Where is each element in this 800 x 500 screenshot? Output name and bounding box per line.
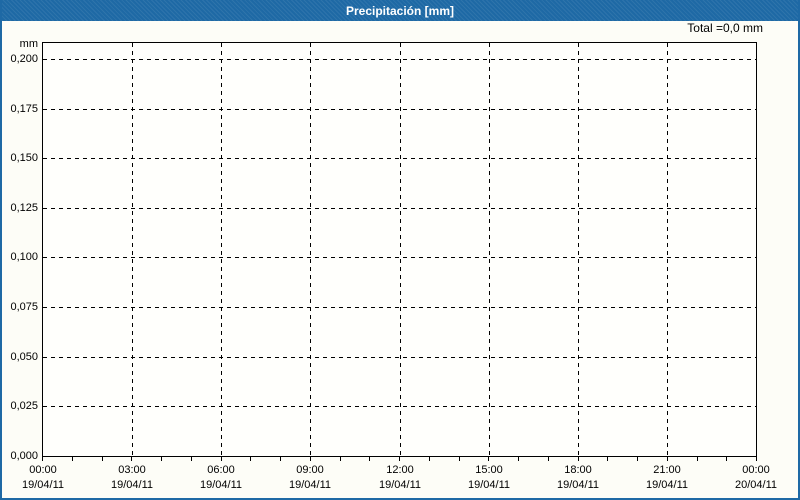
x-axis-tick [280, 457, 281, 461]
x-axis-tick [459, 457, 460, 461]
x-axis-tick [161, 457, 162, 461]
x-time-label: 06:00 [207, 464, 235, 476]
y-tick-label: 0,000 [10, 450, 38, 462]
x-date-label: 19/04/11 [467, 479, 510, 491]
chart-title-bar: Precipitación [mm] [2, 0, 798, 21]
x-axis-tick [488, 457, 489, 461]
x-date-label: 19/04/11 [199, 479, 242, 491]
y-tick-label: 0,200 [10, 53, 38, 65]
x-axis-tick [697, 457, 698, 461]
x-axis-tick [518, 457, 519, 461]
x-date-label: 19/04/11 [556, 479, 599, 491]
x-date-label: 19/04/11 [288, 479, 331, 491]
x-time-label: 00:00 [29, 464, 57, 476]
x-axis-tick [399, 457, 400, 461]
plot-area [42, 42, 757, 457]
x-axis-tick [578, 457, 579, 461]
x-date-label: 19/04/11 [645, 479, 688, 491]
x-time-label: 18:00 [564, 464, 592, 476]
x-date-label: 20/04/11 [734, 479, 777, 491]
x-axis-tick [221, 457, 222, 461]
y-tick-label: 0,075 [10, 301, 38, 313]
x-axis-tick [369, 457, 370, 461]
x-time-label: 21:00 [653, 464, 681, 476]
x-gridline [667, 43, 668, 456]
y-tick-label: 0,175 [10, 103, 38, 115]
x-axis-tick [756, 457, 757, 461]
total-annotation: Total =0,0 mm [687, 21, 763, 35]
x-date-label: 19/04/11 [21, 479, 64, 491]
y-tick-label: 0,050 [10, 351, 38, 363]
x-gridline [489, 43, 490, 456]
chart-canvas: Total =0,0 mm mm 0,200 0,175 0,150 0,125 0,1… [2, 21, 798, 498]
x-axis-tick [131, 457, 132, 461]
x-gridline [578, 43, 579, 456]
x-gridline [400, 43, 401, 456]
x-axis-tick [250, 457, 251, 461]
x-time-label: 12:00 [386, 464, 414, 476]
x-axis-tick [340, 457, 341, 461]
y-tick-label: 0,150 [10, 152, 38, 164]
x-gridline [310, 43, 311, 456]
y-tick-label: 0,025 [10, 400, 38, 412]
x-axis-tick [191, 457, 192, 461]
x-axis-tick [429, 457, 430, 461]
y-axis-unit-label: mm [19, 38, 38, 50]
x-gridline [221, 43, 222, 456]
x-axis-tick [72, 457, 73, 461]
x-gridline [132, 43, 133, 456]
x-axis-tick [42, 457, 43, 461]
x-axis-tick [637, 457, 638, 461]
x-time-label: 03:00 [118, 464, 146, 476]
x-date-label: 19/04/11 [110, 479, 153, 491]
x-axis-tick [102, 457, 103, 461]
y-tick-label: 0,125 [10, 202, 38, 214]
x-axis-tick [726, 457, 727, 461]
x-time-label: 09:00 [296, 464, 324, 476]
y-tick-label: 0,100 [10, 251, 38, 263]
chart-title: Precipitación [mm] [345, 3, 455, 18]
x-axis-tick [310, 457, 311, 461]
x-axis-tick [607, 457, 608, 461]
x-axis-tick [548, 457, 549, 461]
x-axis-tick [667, 457, 668, 461]
x-time-label: 15:00 [475, 464, 503, 476]
chart-window: Precipitación [mm] Total =0,0 mm mm 0,20… [0, 0, 800, 500]
x-date-label: 19/04/11 [378, 479, 421, 491]
x-time-label: 00:00 [742, 464, 770, 476]
